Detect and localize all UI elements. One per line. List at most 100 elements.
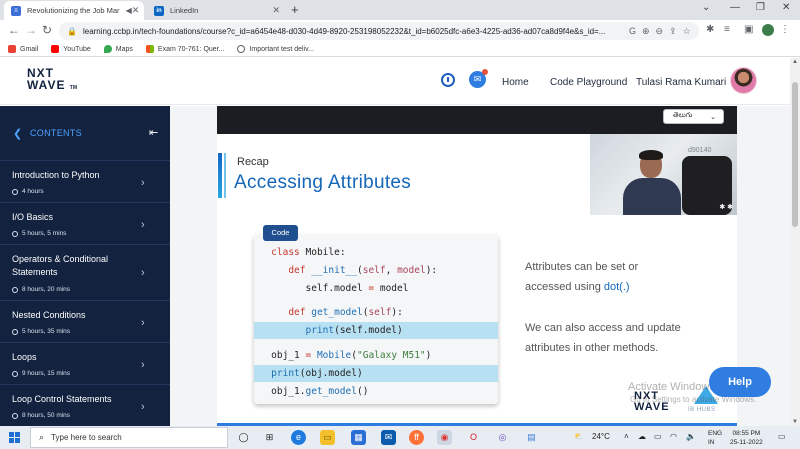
forward-icon[interactable]: → — [25, 23, 37, 37]
sidebar-item-introduction-to-python[interactable]: Introduction to Python 4 hours › — [0, 160, 170, 202]
code-line-4: def get_model(self): — [288, 307, 403, 318]
opera-icon[interactable]: O — [466, 430, 481, 445]
firefox-icon[interactable]: ff — [409, 430, 424, 445]
taskbar-search[interactable]: ⌕ Type here to search — [30, 427, 228, 448]
network-icon[interactable]: ☁ — [638, 432, 646, 441]
windows-start-icon[interactable] — [9, 432, 20, 443]
tab-title: LinkedIn — [170, 6, 199, 15]
new-tab-button[interactable]: + — [291, 2, 299, 17]
side-panel-icon[interactable]: ▣ — [744, 24, 753, 35]
bookmark-maps[interactable]: Maps — [103, 45, 133, 53]
notification-dot — [482, 69, 488, 75]
title-accent-bar — [218, 153, 222, 198]
title-accent-bar-light — [224, 153, 226, 198]
scroll-up-icon[interactable]: ▲ — [792, 59, 798, 65]
dot-operator: dot(.) — [603, 281, 630, 293]
back-icon[interactable]: ← — [8, 23, 20, 37]
duration: 8 hours, 50 mins — [12, 412, 70, 419]
minimize-button[interactable]: — — [730, 2, 740, 13]
battery-icon[interactable]: ▭ — [654, 432, 662, 441]
weather-icon[interactable]: ⛅ — [574, 432, 584, 441]
tab-search-icon[interactable]: ⌄ — [702, 2, 710, 13]
bookmark-exam[interactable]: Exam 70-761: Quer... — [145, 45, 224, 53]
tab-linkedin[interactable]: in LinkedIn ✕ — [147, 1, 287, 20]
widgets-icon[interactable]: ⊞ — [262, 430, 277, 445]
nav-home[interactable]: Home — [502, 77, 529, 88]
logo-tm: TM — [69, 85, 78, 91]
chrome-icon[interactable]: ◉ — [437, 430, 452, 445]
wifi-icon[interactable]: ◠ — [670, 432, 677, 441]
scrollbar-thumb[interactable] — [792, 82, 798, 227]
bookmark-star-icon[interactable]: ☆ — [683, 26, 691, 37]
sidebar-item-loops[interactable]: Loops 9 hours, 15 mins › — [0, 342, 170, 384]
sidebar-item-label: I/O Basics — [12, 212, 54, 222]
browser-toolbar: ← → ↻ 🔒 learning.ccbp.in/tech-foundation… — [0, 20, 800, 42]
help-button[interactable]: Help — [709, 367, 771, 397]
sparkle-icon: ✱ ✱ — [719, 204, 733, 211]
para2-line2: attributes in other methods. — [525, 342, 659, 354]
sidebar-item-nested-conditions[interactable]: Nested Conditions 5 hours, 35 mins › — [0, 300, 170, 342]
file-explorer-icon[interactable]: ▭ — [320, 430, 335, 445]
sidebar-item-label: Nested Conditions — [12, 310, 86, 320]
notifications-icon[interactable]: ▭ — [778, 432, 786, 441]
page-scrollbar[interactable]: ▲ ▼ — [790, 58, 800, 426]
weather-temp[interactable]: 24°C — [592, 432, 610, 441]
language-select[interactable]: తెలుగు ⌄ — [663, 109, 724, 124]
chevron-left-icon[interactable]: ❮ — [13, 127, 22, 140]
tab-job-market[interactable]: ≡ Revolutionizing the Job Mar ◀ ✕ — [4, 1, 144, 20]
collapse-sidebar-icon[interactable]: ⇤ — [149, 126, 158, 139]
reload-icon[interactable]: ↻ — [42, 23, 52, 37]
store-icon[interactable]: ▦ — [351, 430, 366, 445]
system-clock[interactable]: 08:55 PM 25-11-2022 — [730, 429, 763, 447]
google-lens-icon[interactable]: G — [629, 26, 636, 36]
instructor-body — [623, 178, 681, 215]
chevron-right-icon: › — [141, 401, 145, 413]
instructor-figure — [623, 150, 681, 215]
bookmark-youtube[interactable]: YouTube — [51, 45, 91, 53]
code-tag: Code — [263, 225, 298, 241]
sidebar-item-io-basics[interactable]: I/O Basics 5 hours, 5 mins › — [0, 202, 170, 244]
sidebar-title[interactable]: CONTENTS — [30, 128, 82, 138]
media-control-icon[interactable]: ≡ — [724, 24, 730, 35]
share-icon[interactable]: ⇪ — [669, 26, 677, 37]
bookmark-important-test[interactable]: Important test deliv... — [237, 45, 314, 53]
user-avatar[interactable] — [730, 67, 757, 94]
volume-icon[interactable]: 🔈 — [686, 432, 696, 441]
code-line-3: self.model = model — [254, 283, 409, 294]
app-icon[interactable]: ◎ — [495, 430, 510, 445]
duration-text: 8 hours, 20 mins — [22, 286, 71, 293]
timer-icon[interactable] — [441, 73, 455, 87]
nxtwave-logo[interactable]: NXT WAVE TM — [27, 67, 77, 94]
clock-icon — [12, 412, 18, 419]
notepad-icon[interactable]: ▤ — [524, 430, 539, 445]
search-icon: ⌕ — [39, 432, 45, 442]
sidebar-item-loop-control[interactable]: Loop Control Statements 8 hours, 50 mins… — [0, 384, 170, 426]
chat-icon[interactable]: ✉ — [469, 69, 488, 88]
address-bar[interactable]: 🔒 learning.ccbp.in/tech-foundations/cour… — [59, 22, 699, 40]
page-favicon-icon: ≡ — [11, 5, 21, 16]
profile-avatar[interactable] — [762, 24, 774, 36]
close-tab-icon[interactable]: ✕ — [132, 5, 140, 16]
zoom-icon[interactable]: ⊖ — [656, 26, 664, 37]
close-window-button[interactable]: ✕ — [782, 2, 790, 13]
user-name[interactable]: Tulasi Rama Kumari — [636, 77, 726, 88]
close-tab-icon[interactable]: ✕ — [272, 5, 280, 16]
install-icon[interactable]: ⊕ — [642, 26, 650, 37]
chevron-right-icon: › — [141, 177, 145, 189]
scroll-down-icon[interactable]: ▼ — [792, 419, 798, 425]
menu-icon[interactable]: ⋮ — [780, 24, 790, 35]
mail-icon[interactable]: ✉ — [381, 430, 396, 445]
code-line-6: obj_1 = Mobile("Galaxy M51") — [254, 350, 432, 361]
chevron-right-icon: › — [141, 317, 145, 329]
screen: ≡ Revolutionizing the Job Mar ◀ ✕ in Lin… — [0, 0, 800, 449]
edge-icon[interactable]: e — [291, 430, 306, 445]
instructor-webcam: d90140 ✱ ✱ — [590, 134, 737, 215]
task-view-icon[interactable]: ◯ — [236, 430, 251, 445]
extensions-icon[interactable]: ✱ — [706, 24, 714, 35]
sidebar-item-operators-conditional[interactable]: Operators & Conditional Statements 8 hou… — [0, 244, 170, 300]
tray-chevron-icon[interactable]: ˄ — [624, 432, 629, 441]
input-language[interactable]: ENG IN — [708, 429, 722, 447]
bookmark-gmail[interactable]: Gmail — [8, 45, 38, 53]
nav-code-playground[interactable]: Code Playground — [550, 77, 627, 88]
restore-button[interactable]: ❐ — [756, 2, 765, 13]
